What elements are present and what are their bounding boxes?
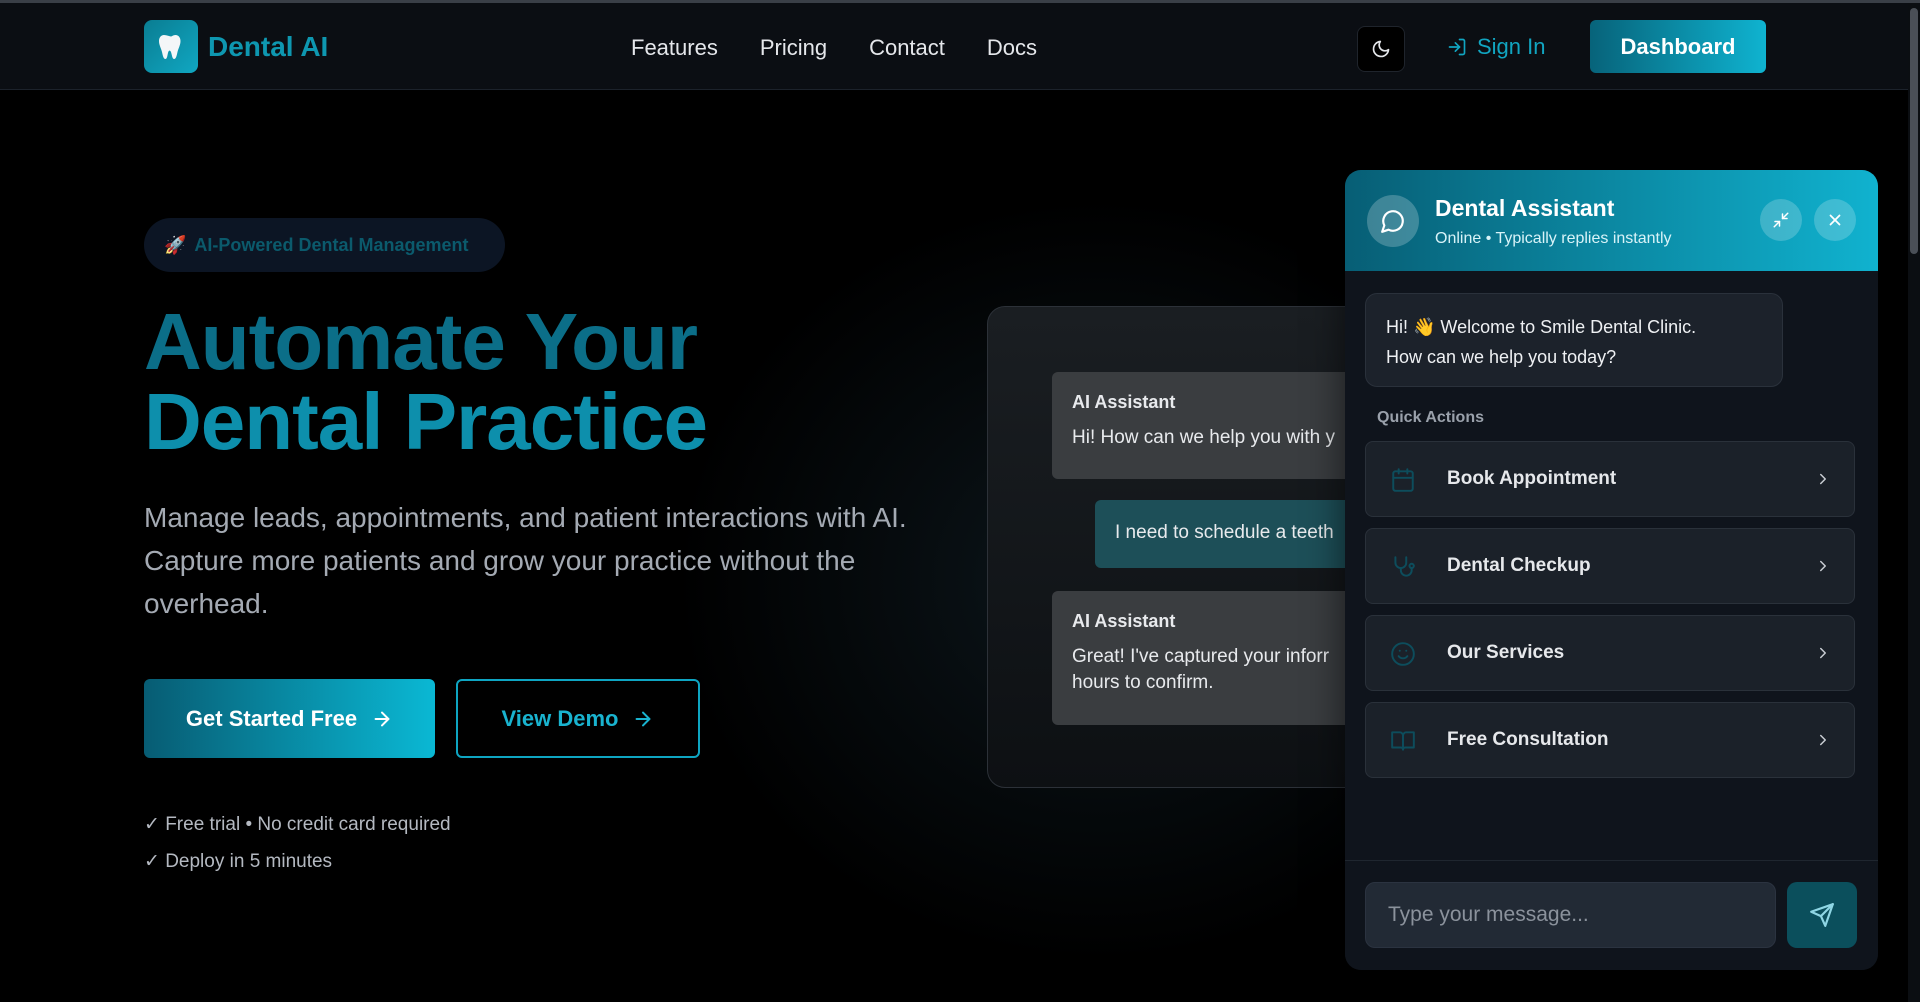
- quick-actions-label: Quick Actions: [1377, 409, 1484, 426]
- quick-action-book-appointment[interactable]: Book Appointment: [1365, 441, 1855, 517]
- login-icon: [1448, 38, 1466, 56]
- welcome-message: Hi! 👋 Welcome to Smile Dental Clinic. Ho…: [1365, 293, 1783, 387]
- view-demo-label: View Demo: [501, 705, 619, 731]
- message-input[interactable]: [1365, 882, 1776, 948]
- nav-link-contact[interactable]: Contact: [869, 35, 945, 61]
- hero-badge: 🚀 AI-Powered Dental Management: [144, 218, 505, 272]
- tooth-logo-icon[interactable]: [144, 20, 198, 73]
- quick-action-label: Our Services: [1447, 642, 1565, 663]
- arrow-right-icon: [374, 711, 390, 726]
- minimize-icon: [1773, 212, 1789, 228]
- dashboard-button[interactable]: Dashboard: [1590, 20, 1766, 73]
- hero-subtitle: Manage leads, appointments, and patient …: [144, 502, 907, 619]
- chevron-right-icon: [1820, 473, 1826, 485]
- chevron-right-icon: [1820, 734, 1826, 746]
- top-navbar: Dental AI Features Pricing Contact Docs …: [0, 3, 1908, 90]
- preview-sender: AI Assistant: [1072, 392, 1176, 412]
- get-started-label: Get Started Free: [185, 705, 358, 731]
- feature-check-trial: ✓ Free trial • No credit card required: [144, 814, 451, 835]
- preview-message-text: Great! I've captured your inforr: [1072, 646, 1330, 667]
- view-demo-button[interactable]: View Demo: [456, 679, 700, 758]
- sign-in-link[interactable]: Sign In: [1447, 34, 1546, 60]
- quick-action-our-services[interactable]: Our Services: [1365, 615, 1855, 691]
- main-nav: Features Pricing Contact Docs: [631, 35, 1079, 61]
- quick-action-label: Book Appointment: [1447, 468, 1617, 489]
- chat-status: Online • Typically replies instantly: [1435, 230, 1672, 247]
- hero-badge-label: AI-Powered Dental Management: [194, 234, 469, 255]
- sign-in-label: Sign In: [1477, 34, 1546, 59]
- hero-title: Automate Your Dental Practice: [144, 297, 708, 466]
- nav-link-features[interactable]: Features: [631, 35, 718, 61]
- welcome-line-1: Hi! 👋 Welcome to Smile Dental Clinic.: [1386, 317, 1697, 337]
- welcome-line-2: How can we help you today?: [1386, 347, 1617, 367]
- arrow-right-icon: [636, 711, 651, 726]
- quick-action-label: Dental Checkup: [1447, 555, 1591, 576]
- chevron-right-icon: [1820, 647, 1826, 659]
- feature-check-deploy: ✓ Deploy in 5 minutes: [144, 851, 333, 872]
- chat-bubble-icon: [1367, 195, 1419, 247]
- preview-message-text: hours to confirm.: [1072, 672, 1214, 693]
- hero-title-line-1: Automate Your: [144, 297, 698, 386]
- chevron-right-icon: [1820, 560, 1826, 572]
- nav-link-pricing[interactable]: Pricing: [760, 35, 827, 61]
- theme-toggle-button[interactable]: [1357, 26, 1405, 72]
- preview-sender: AI Assistant: [1072, 611, 1176, 631]
- chat-preview-card: AI Assistant Hi! How can we help you wit…: [987, 306, 1387, 788]
- send-button[interactable]: [1787, 882, 1857, 948]
- hero-title-line-2: Dental Practice: [144, 377, 708, 466]
- chat-title: Dental Assistant: [1435, 195, 1615, 221]
- quick-action-free-consultation[interactable]: Free Consultation: [1365, 702, 1855, 778]
- calendar-icon: [1392, 468, 1414, 492]
- page-scrollbar-thumb[interactable]: [1910, 8, 1918, 254]
- brand-name[interactable]: Dental AI: [208, 31, 328, 63]
- get-started-button[interactable]: Get Started Free: [144, 679, 435, 758]
- close-button[interactable]: [1814, 199, 1856, 241]
- preview-user-message: I need to schedule a teeth: [1095, 500, 1386, 568]
- send-icon: [1810, 903, 1834, 927]
- book-icon: [1391, 731, 1415, 751]
- moon-icon: [1372, 40, 1390, 58]
- quick-action-dental-checkup[interactable]: Dental Checkup: [1365, 528, 1855, 604]
- preview-ai-message: AI Assistant Great! I've captured your i…: [1052, 591, 1386, 725]
- quick-action-label: Free Consultation: [1447, 729, 1609, 750]
- close-icon: [1829, 214, 1841, 226]
- preview-ai-message: AI Assistant Hi! How can we help you wit…: [1052, 372, 1386, 479]
- nav-link-docs[interactable]: Docs: [987, 35, 1037, 61]
- smile-icon: [1391, 642, 1415, 666]
- rocket-icon: 🚀: [164, 234, 187, 255]
- preview-message-text: Hi! How can we help you with y: [1072, 427, 1335, 448]
- chat-header: Dental Assistant Online • Typically repl…: [1345, 170, 1878, 271]
- chat-footer: [1345, 860, 1878, 970]
- stethoscope-icon: [1394, 556, 1415, 577]
- minimize-button[interactable]: [1760, 199, 1802, 241]
- chat-widget: Dental Assistant Online • Typically repl…: [1345, 170, 1878, 970]
